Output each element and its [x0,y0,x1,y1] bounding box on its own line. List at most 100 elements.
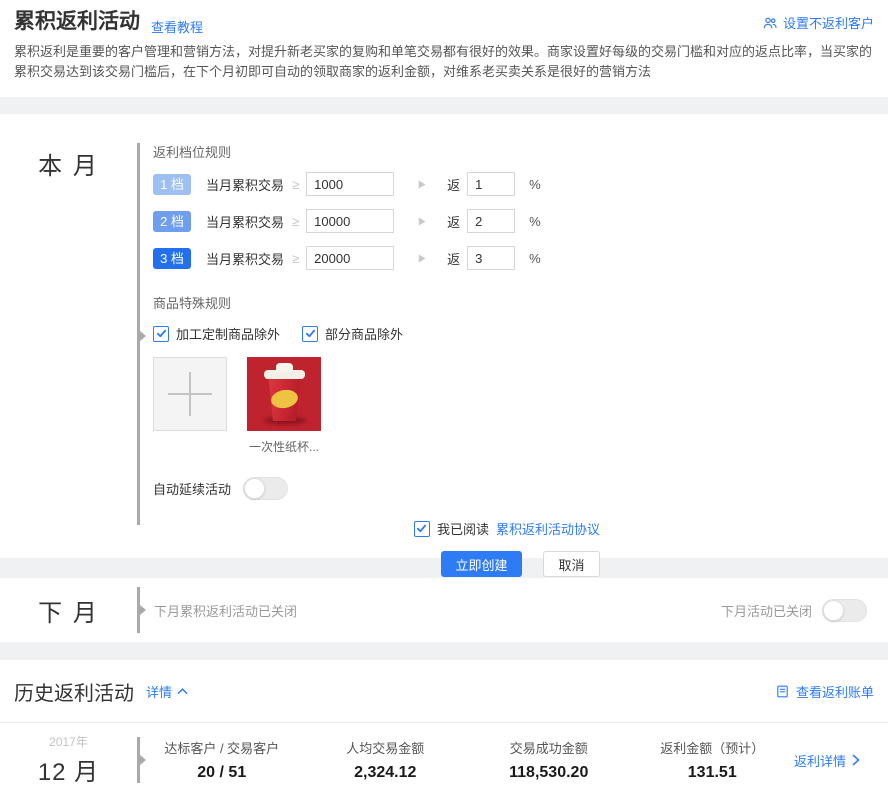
arrow-right-icon [416,216,427,227]
tier-rate-input[interactable] [467,172,515,196]
next-month-card: 下 月 下月累积返利活动已关闭 下月活动已关闭 [0,578,888,642]
tier-badge: 2 档 [153,211,191,232]
bill-link-label: 查看返利账单 [796,682,874,701]
document-icon [775,684,790,699]
toggle-knob [244,478,265,499]
stat-label: 交易成功金额 [467,738,631,757]
next-month-section-title: 下 月 [0,593,137,628]
cup-cap-graphic [276,363,293,372]
history-year: 2017年 [0,733,137,750]
tier-badge: 1 档 [153,174,191,195]
agreement-checkbox[interactable] [414,521,430,537]
stat-success-amount: 交易成功金额 118,530.20 [467,738,631,782]
tier-badge: 3 档 [153,248,191,269]
title-row: 累积返利活动 查看教程 设置不返利客户 [14,9,874,36]
section-divider-bar [137,587,140,633]
stat-rebate-amount: 返利金额（预计） 131.51 [631,738,795,782]
percent-unit: % [529,177,541,192]
rebate-label: 返 [447,212,460,231]
product-thumbnail[interactable] [247,357,321,431]
arrow-right-icon [416,253,427,264]
people-icon [762,15,778,31]
section-divider-bar [137,737,140,783]
add-product-button[interactable] [153,357,227,431]
stat-value: 2,324.12 [304,764,468,782]
partial-goods-exclude-option[interactable]: 部分商品除外 [302,324,403,343]
tier-threshold-input[interactable] [306,246,394,270]
tutorial-link[interactable]: 查看教程 [151,17,203,36]
gte-symbol: ≥ [292,251,299,266]
auto-continue-toggle[interactable] [243,477,288,500]
agreement-link[interactable]: 累积返利活动协议 [496,519,600,538]
history-card: 历史返利活动 详情 查看返利账单 2017年 12 月 达标客户 / 交易客户 [0,660,888,797]
divider-arrow [140,331,146,341]
history-month-block: 2017年 12 月 [0,733,137,787]
rebate-label: 返 [447,249,460,268]
tier-threshold-input[interactable] [306,172,394,196]
arrow-right-icon [416,179,427,190]
chevron-up-icon [177,687,188,695]
gte-symbol: ≥ [292,214,299,229]
tier-threshold-input[interactable] [306,209,394,233]
activity-description: 累积返利是重要的客户管理和营销方法，对提升新老买家的复购和单笔交易都有很好的效果… [14,42,876,82]
excluded-products-row: 一次性纸杯... [153,357,600,455]
detail-link-label: 详情 [146,682,172,701]
form-actions-block: 我已阅读 累积返利活动协议 立即创建 取消 [153,519,600,577]
next-month-toggle[interactable] [822,599,867,622]
view-rebate-bill-link[interactable]: 查看返利账单 [775,682,874,701]
tier-condition-label: 当月累积交易 [206,212,284,231]
rebate-label: 返 [447,175,460,194]
page-title: 累积返利活动 [14,9,140,35]
custom-goods-exclude-option[interactable]: 加工定制商品除外 [153,324,280,343]
buttons-row: 立即创建 取消 [153,551,600,577]
product-caption: 一次性纸杯... [249,438,319,455]
tier-rate-input[interactable] [467,246,515,270]
checkbox-checked-icon[interactable] [302,326,318,342]
history-month: 12 月 [0,752,137,787]
history-month-row: 2017年 12 月 达标客户 / 交易客户 20 / 51 人均交易金额 2,… [0,723,888,797]
stat-value: 131.51 [631,764,795,782]
plus-icon [168,372,212,416]
stat-qualified-customers: 达标客户 / 交易客户 20 / 51 [140,738,304,782]
stat-value: 118,530.20 [467,764,631,782]
tier-rules-title: 返利档位规则 [153,142,600,161]
divider-arrow [140,755,146,765]
history-title: 历史返利活动 [14,677,134,706]
next-month-toggle-group: 下月活动已关闭 [721,599,888,622]
stat-value: 20 / 51 [140,764,304,782]
tier-row: 1 档 当月累积交易 ≥ 返 % [153,172,600,196]
create-button[interactable]: 立即创建 [441,551,522,577]
checkbox-checked-icon[interactable] [153,326,169,342]
cancel-button[interactable]: 取消 [543,551,600,577]
rebate-detail-link[interactable]: 返利详情 [794,751,888,770]
special-rules-checkboxes: 加工定制商品除外 部分商品除外 [153,324,600,343]
special-rules-title: 商品特殊规则 [153,293,600,312]
stat-label: 人均交易金额 [304,738,468,757]
history-header: 历史返利活动 详情 查看返利账单 [0,660,888,722]
auto-continue-label: 自动延续活动 [153,479,231,498]
checkbox-label: 加工定制商品除外 [176,324,280,343]
agreement-prefix: 我已阅读 [437,519,489,538]
excluded-product-item[interactable]: 一次性纸杯... [238,357,330,455]
gte-symbol: ≥ [292,177,299,192]
page-header: 累积返利活动 查看教程 设置不返利客户 累积返利是重要的客户管理和营销方法，对提… [0,0,888,97]
checkbox-label: 部分商品除外 [325,324,403,343]
tier-condition-label: 当月累积交易 [206,249,284,268]
exclude-customers-link[interactable]: 设置不返利客户 [762,13,874,32]
rebate-detail-label: 返利详情 [794,751,846,770]
auto-continue-row: 自动延续活动 [153,477,600,500]
this-month-section-title: 本 月 [0,114,137,558]
stat-label: 达标客户 / 交易客户 [140,738,304,757]
this-month-content: 返利档位规则 1 档 当月累积交易 ≥ 返 % 2 档 当月累积交易 ≥ 返 %… [140,114,600,558]
chevron-right-icon [852,754,860,766]
tier-row: 2 档 当月累积交易 ≥ 返 % [153,209,600,233]
agreement-row: 我已阅读 累积返利活动协议 [153,519,600,538]
section-divider-bar [137,143,140,525]
exclude-customers-label: 设置不返利客户 [783,13,874,32]
this-month-card: 本 月 返利档位规则 1 档 当月累积交易 ≥ 返 % 2 档 当月累积交易 ≥… [0,114,888,558]
divider-arrow [140,605,146,615]
tier-rate-input[interactable] [467,209,515,233]
paper-cup-graphic [267,377,302,421]
tier-row: 3 档 当月累积交易 ≥ 返 % [153,246,600,270]
history-detail-toggle[interactable]: 详情 [146,682,188,701]
